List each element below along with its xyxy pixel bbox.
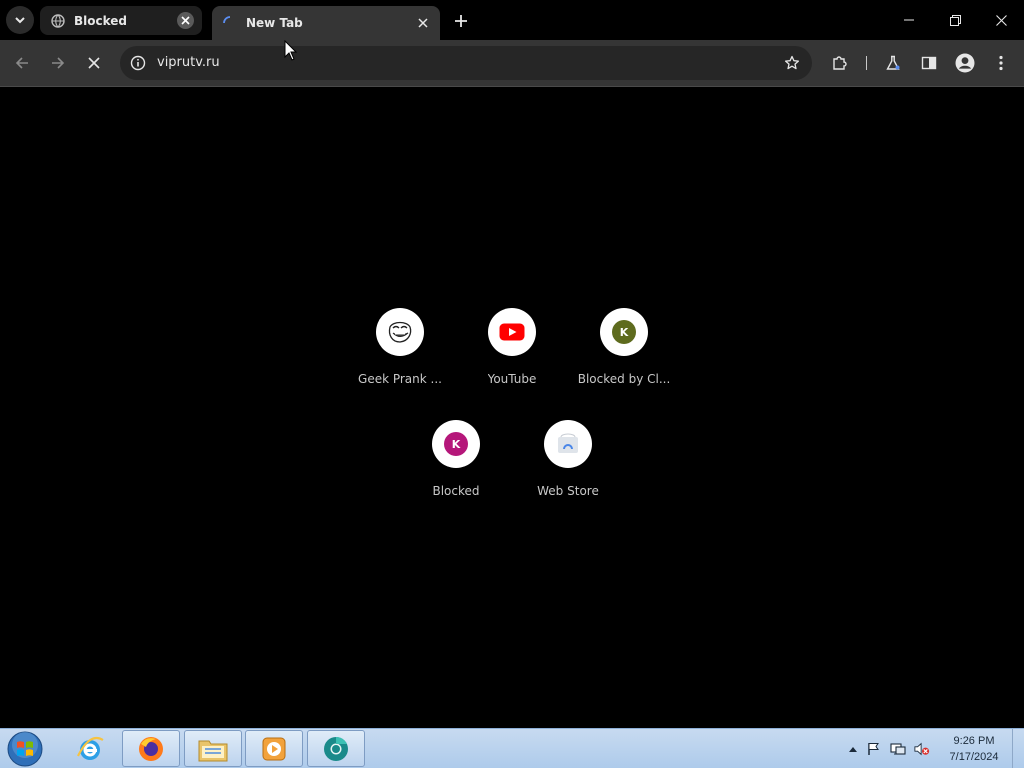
troll-face-icon — [376, 308, 424, 356]
clock-time: 9:26 PM — [953, 735, 995, 747]
back-button[interactable] — [7, 48, 37, 78]
taskbar-app-chrome-canary[interactable] — [307, 730, 365, 767]
shortcut-label: YouTube — [487, 372, 537, 386]
taskbar-app-file-explorer[interactable] — [184, 730, 242, 767]
close-icon — [995, 14, 1007, 26]
minimize-icon — [904, 19, 914, 21]
tab-blocked[interactable]: Blocked — [40, 6, 202, 35]
clock-date: 7/17/2024 — [949, 751, 999, 763]
toolbar-separator — [866, 56, 867, 70]
flask-icon — [886, 55, 900, 70]
shortcut-tile[interactable]: YouTube — [456, 308, 568, 386]
tab-search-button[interactable] — [6, 6, 34, 34]
arrow-left-icon — [15, 57, 28, 69]
shortcut-icon-circle: K — [600, 308, 648, 356]
file-explorer-icon — [198, 740, 228, 761]
windows-logo-icon — [7, 731, 43, 767]
system-clock[interactable]: 9:26 PM 7/17/2024 — [942, 733, 1006, 765]
plus-icon — [455, 15, 467, 27]
shortcut-tile[interactable]: K Blocked — [400, 420, 512, 498]
internet-explorer-icon — [77, 736, 104, 760]
tab-strip: Blocked New Tab — [0, 0, 1024, 40]
minimize-button[interactable] — [886, 6, 932, 34]
shortcut-tile[interactable]: K Blocked by Cl... — [568, 308, 680, 386]
show-hidden-icons-button[interactable] — [845, 741, 861, 757]
tab-close-button[interactable] — [414, 14, 432, 32]
chevron-down-icon — [15, 17, 25, 24]
shortcut-label: Geek Prank ... — [358, 372, 442, 386]
avatar-icon — [955, 53, 975, 73]
stop-loading-button[interactable] — [79, 48, 109, 78]
action-center-icon[interactable] — [866, 741, 882, 757]
labs-button[interactable] — [878, 48, 908, 78]
arrow-right-icon — [52, 57, 65, 69]
tab-title: Blocked — [74, 13, 128, 28]
tab-title: New Tab — [246, 16, 303, 30]
taskbar-app-media-player[interactable] — [245, 730, 303, 767]
shortcut-label: Blocked by Cl... — [577, 372, 671, 386]
letter-k-icon: K — [612, 320, 636, 344]
tab-new-tab[interactable]: New Tab — [212, 6, 440, 40]
close-icon — [88, 57, 100, 69]
restore-icon — [949, 14, 961, 26]
close-window-button[interactable] — [978, 6, 1024, 34]
chrome-canary-icon — [324, 736, 348, 761]
shortcut-tile[interactable]: Geek Prank ... — [344, 308, 456, 386]
menu-button[interactable] — [986, 48, 1016, 78]
taskbar-app-firefox[interactable] — [122, 730, 180, 767]
forward-button[interactable] — [43, 48, 73, 78]
chevron-up-icon — [849, 747, 857, 752]
volume-muted-icon[interactable] — [914, 741, 930, 757]
side-panel-button[interactable] — [914, 48, 944, 78]
site-info-icon[interactable] — [128, 53, 148, 73]
close-icon — [418, 18, 428, 28]
more-vertical-icon — [999, 55, 1003, 71]
restore-button[interactable] — [932, 6, 978, 34]
mouse-cursor-icon — [284, 40, 298, 61]
globe-icon — [50, 13, 66, 29]
puzzle-icon — [833, 56, 847, 70]
show-desktop-button[interactable] — [1012, 729, 1024, 768]
youtube-icon — [488, 308, 536, 356]
bookmark-star-icon[interactable] — [782, 53, 802, 73]
browser-toolbar: viprutv.ru — [0, 40, 1024, 87]
letter-k-icon: K — [444, 432, 468, 456]
shortcut-tile[interactable]: Web Store — [512, 420, 624, 498]
side-panel-icon — [921, 56, 937, 70]
firefox-icon — [139, 736, 163, 761]
start-button[interactable] — [6, 731, 44, 767]
windows-taskbar: 9:26 PM 7/17/2024 — [0, 728, 1024, 768]
taskbar-app-internet-explorer[interactable] — [61, 730, 119, 767]
tab-close-button[interactable] — [177, 12, 194, 29]
address-bar[interactable]: viprutv.ru — [120, 46, 812, 80]
shortcut-label: Blocked — [432, 484, 480, 498]
loading-spinner-icon — [222, 15, 238, 31]
network-icon[interactable] — [890, 741, 906, 757]
new-tab-button[interactable] — [448, 8, 474, 34]
shortcut-icon-circle: K — [432, 420, 480, 468]
new-tab-page: Geek Prank ... YouTube K Blocked by Cl..… — [0, 87, 1024, 728]
media-player-icon — [262, 737, 286, 760]
profile-button[interactable] — [950, 48, 980, 78]
close-icon — [181, 16, 190, 25]
shortcut-label: Web Store — [537, 484, 599, 498]
url-text[interactable]: viprutv.ru — [157, 55, 220, 70]
extensions-button[interactable] — [825, 48, 855, 78]
web-store-icon — [544, 420, 592, 468]
